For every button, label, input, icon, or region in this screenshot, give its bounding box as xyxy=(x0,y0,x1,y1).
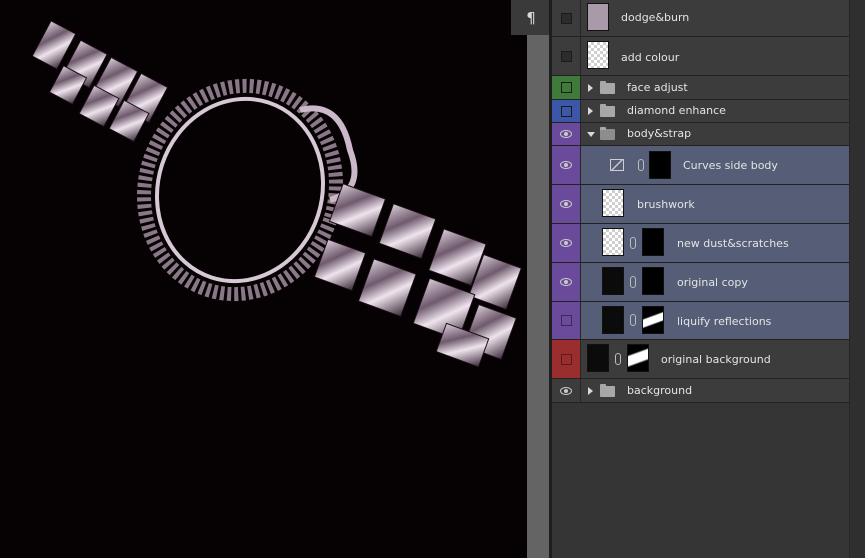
document-canvas[interactable] xyxy=(0,0,527,558)
layer-row[interactable]: Curves side body xyxy=(552,146,849,185)
layer-name: brushwork xyxy=(637,198,695,211)
expand-arrow-icon[interactable] xyxy=(588,387,593,395)
watch-artwork xyxy=(31,20,522,368)
visibility-off-icon xyxy=(560,105,572,117)
visibility-off-icon xyxy=(560,12,572,24)
visibility-toggle[interactable] xyxy=(552,379,581,402)
folder-icon xyxy=(600,384,615,397)
layer-row[interactable]: original copy xyxy=(552,263,849,302)
layers-panel: dodge&burn add colour face adjust diamon… xyxy=(552,0,865,558)
layer-name: body&strap xyxy=(627,127,692,140)
visibility-off-icon xyxy=(560,315,572,326)
layer-mask-thumbnail[interactable] xyxy=(642,267,664,295)
layer-name: new dust&scratches xyxy=(677,237,789,250)
visibility-off-icon xyxy=(560,50,572,62)
layer-thumbnail xyxy=(602,228,624,256)
layer-thumbnail xyxy=(587,344,609,372)
visibility-toggle[interactable] xyxy=(552,37,581,75)
mask-link-icon[interactable] xyxy=(630,237,636,249)
layer-name: liquify reflections xyxy=(677,315,772,328)
layer-name: add colour xyxy=(621,51,680,64)
eye-icon xyxy=(560,200,572,208)
layer-name: dodge&burn xyxy=(621,11,690,24)
layer-row[interactable]: original background xyxy=(552,340,849,379)
layer-row[interactable]: brushwork xyxy=(552,185,849,224)
layer-group-row[interactable]: background xyxy=(552,379,849,403)
layer-row[interactable]: dodge&burn xyxy=(552,0,849,37)
layer-thumbnail xyxy=(587,41,609,69)
layers-scrollbar[interactable] xyxy=(849,0,865,558)
layer-thumbnail xyxy=(602,267,624,295)
layer-mask-thumbnail[interactable] xyxy=(642,306,664,334)
visibility-toggle[interactable] xyxy=(552,76,581,99)
visibility-toggle[interactable] xyxy=(552,340,581,378)
eye-icon xyxy=(560,386,572,395)
visibility-toggle[interactable] xyxy=(552,224,581,262)
folder-open-icon xyxy=(600,127,615,140)
layer-name: original background xyxy=(661,353,771,366)
eye-icon xyxy=(560,130,572,138)
visibility-off-icon xyxy=(560,82,572,93)
visibility-off-icon xyxy=(560,353,572,365)
layer-mask-thumbnail[interactable] xyxy=(627,344,649,372)
layer-mask-thumbnail[interactable] xyxy=(642,228,664,256)
folder-icon xyxy=(600,81,615,94)
expand-arrow-icon[interactable] xyxy=(588,107,593,115)
layer-thumbnail xyxy=(602,189,624,217)
panel-gutter xyxy=(527,35,551,558)
layer-thumbnail xyxy=(602,306,624,334)
layer-name: original copy xyxy=(677,276,748,289)
mask-link-icon[interactable] xyxy=(630,314,636,326)
visibility-toggle[interactable] xyxy=(552,123,581,145)
layer-group-row[interactable]: diamond enhance xyxy=(552,100,849,123)
layer-row[interactable]: liquify reflections xyxy=(552,302,849,340)
eye-icon xyxy=(560,161,572,169)
layer-group-row[interactable]: body&strap xyxy=(552,123,849,146)
visibility-toggle[interactable] xyxy=(552,100,581,122)
visibility-toggle[interactable] xyxy=(552,185,581,223)
paragraph-icon[interactable]: ¶ xyxy=(511,0,551,35)
eye-icon xyxy=(560,278,572,286)
strap-upper xyxy=(31,20,169,143)
layer-name: Curves side body xyxy=(683,159,778,172)
layer-group-row[interactable]: face adjust xyxy=(552,76,849,100)
visibility-toggle[interactable] xyxy=(552,0,581,36)
layer-thumbnail xyxy=(587,3,609,31)
layer-mask-thumbnail[interactable] xyxy=(649,151,671,179)
folder-icon xyxy=(600,104,615,117)
panel-toolstrip: ¶ xyxy=(511,0,552,35)
expand-arrow-icon[interactable] xyxy=(588,84,593,92)
curves-adjustment-icon xyxy=(610,159,624,171)
mask-link-icon[interactable] xyxy=(615,353,621,365)
layer-name: background xyxy=(627,384,693,397)
visibility-toggle[interactable] xyxy=(552,146,581,184)
visibility-toggle[interactable] xyxy=(552,302,581,339)
eye-icon xyxy=(560,239,572,247)
layer-name: face adjust xyxy=(627,81,688,94)
mask-link-icon[interactable] xyxy=(630,276,636,288)
layer-row[interactable]: add colour xyxy=(552,37,849,76)
layer-row[interactable]: new dust&scratches xyxy=(552,224,849,263)
strap-lower xyxy=(313,183,522,368)
visibility-toggle[interactable] xyxy=(552,263,581,301)
mask-link-icon[interactable] xyxy=(638,159,644,171)
layer-name: diamond enhance xyxy=(627,104,726,117)
collapse-arrow-icon[interactable] xyxy=(587,132,595,137)
